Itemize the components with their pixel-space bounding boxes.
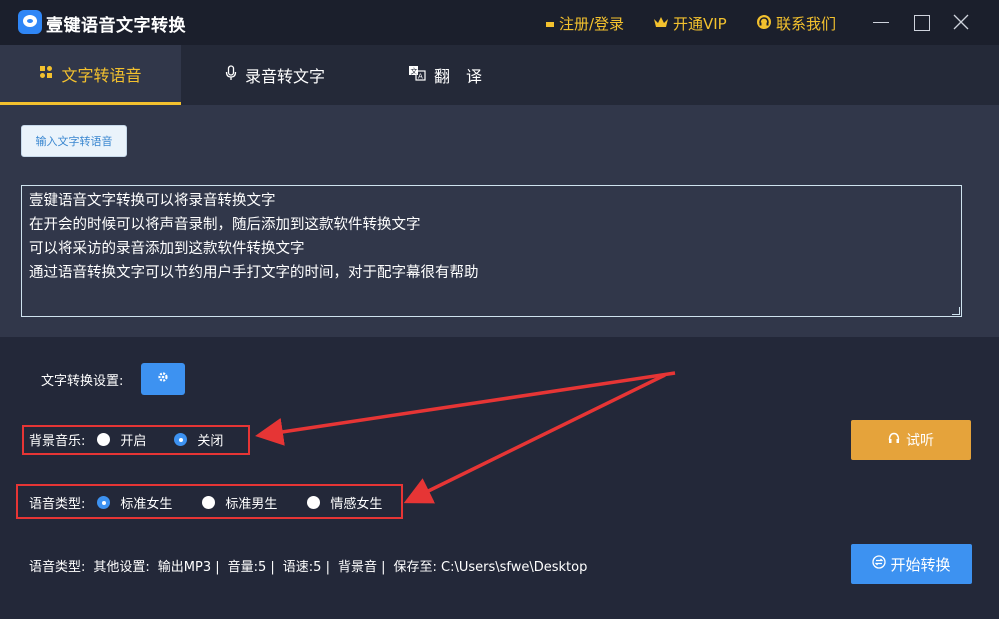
tab-bar: 文字转语音 录音转文字 文A 翻 译 — [0, 45, 999, 105]
minimize-button[interactable] — [871, 12, 891, 32]
status-output: 输出MP3 | — [157, 560, 220, 575]
contact-link[interactable]: 联系我们 — [756, 13, 836, 34]
translate-icon: 文A — [408, 65, 426, 85]
status-volume: 音量:5 | — [227, 560, 275, 575]
status-voice-type-label: 语音类型: — [29, 560, 86, 575]
status-bg-sound: 背景音 | — [337, 560, 386, 575]
tab-translate[interactable]: 文A 翻 译 — [380, 45, 510, 105]
settings-button[interactable] — [141, 363, 185, 395]
contact-label: 联系我们 — [776, 15, 837, 33]
listen-label: 试听 — [906, 433, 934, 449]
crown-icon — [653, 15, 669, 33]
svg-text:A: A — [418, 73, 423, 81]
resize-handle[interactable] — [952, 307, 960, 315]
register-login-link[interactable]: 注册/登录 — [545, 13, 624, 34]
user-icon — [545, 15, 555, 33]
text-line: 可以将采访的录音添加到这款软件转换文字 — [29, 241, 305, 257]
headphones-icon — [888, 432, 900, 448]
settings-label: 文字转换设置: — [41, 374, 124, 389]
annotation-box-voice-type — [16, 484, 403, 519]
arrow-to-background-music — [255, 371, 676, 446]
tab-label: 文字转语音 — [61, 65, 142, 85]
status-speed: 语速:5 | — [282, 560, 330, 575]
headset-icon — [756, 14, 772, 34]
tab-text-to-speech[interactable]: 文字转语音 — [0, 45, 181, 105]
tab-label: 录音转文字 — [244, 67, 325, 86]
input-text-to-speech-button[interactable]: 输入文字转语音 — [21, 125, 127, 157]
close-button[interactable] — [951, 12, 971, 32]
vip-link[interactable]: 开通VIP — [653, 13, 727, 34]
microphone-icon — [225, 65, 237, 85]
register-login-label: 注册/登录 — [559, 15, 625, 33]
listen-button[interactable]: 试听 — [851, 420, 971, 460]
status-bar: 语音类型: 其他设置: 输出MP3 | 音量:5 | 语速:5 | 背景音 | … — [29, 556, 595, 575]
annotation-box-background-music — [22, 425, 250, 455]
tab-recording-to-text[interactable]: 录音转文字 — [200, 45, 350, 105]
vip-label: 开通VIP — [673, 15, 727, 33]
status-other-settings-label: 其他设置: — [93, 560, 150, 575]
convert-icon — [872, 555, 887, 573]
app-title: 壹键语音文字转换 — [46, 16, 186, 36]
maximize-button[interactable] — [911, 12, 931, 32]
text-line: 在开会的时候可以将声音录制，随后添加到这款软件转换文字 — [29, 217, 421, 233]
close-icon — [953, 14, 969, 30]
app-logo-icon — [18, 10, 42, 34]
start-label: 开始转换 — [890, 555, 951, 574]
text-speech-icon — [39, 64, 53, 83]
start-conversion-button[interactable]: 开始转换 — [851, 544, 972, 584]
status-save-path: 保存至: C:\Users\sfwe\Desktop — [393, 560, 588, 575]
text-line: 通过语音转换文字可以节约用户手打文字的时间，对于配字幕很有帮助 — [29, 265, 479, 281]
text-input-area[interactable]: 壹键语音文字转换可以将录音转换文字 在开会的时候可以将声音录制，随后添加到这款软… — [21, 185, 962, 317]
arrow-to-voice-type — [403, 373, 666, 504]
input-panel: 输入文字转语音 壹键语音文字转换可以将录音转换文字 在开会的时候可以将声音录制，… — [0, 105, 999, 337]
text-line: 壹键语音文字转换可以将录音转换文字 — [29, 193, 276, 209]
title-bar: 壹键语音文字转换 注册/登录 开通VIP 联系我们 — [0, 0, 999, 45]
tab-label: 翻 译 — [433, 67, 482, 86]
gear-icon — [157, 371, 169, 387]
